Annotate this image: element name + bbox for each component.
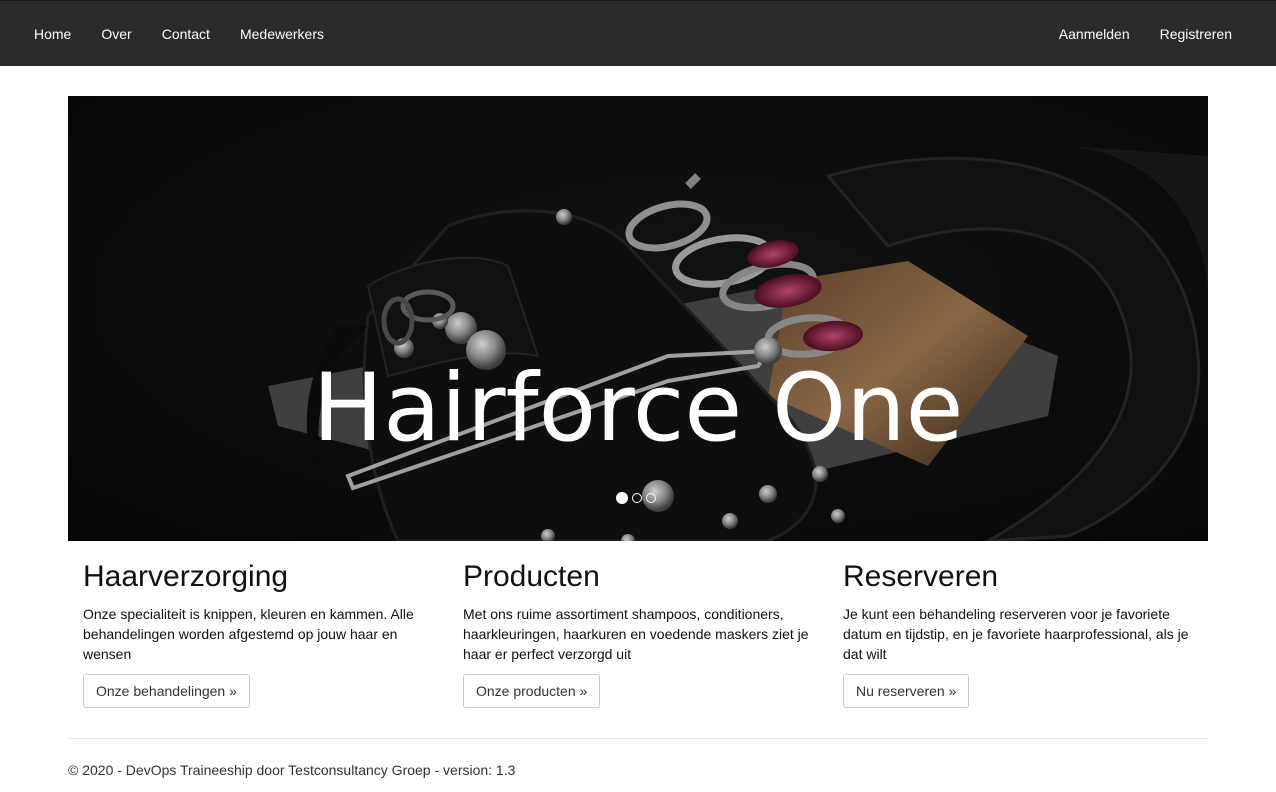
feature-heading: Haarverzorging <box>83 560 289 593</box>
carousel-indicator-3[interactable] <box>646 493 656 503</box>
nav-link-aanmelden[interactable]: Aanmelden <box>1044 1 1145 67</box>
nav-link-registreren[interactable]: Registreren <box>1145 1 1247 67</box>
footer-divider <box>68 738 1208 739</box>
feature-reserveren: Reserveren Je kunt een behandeling reser… <box>843 558 1193 708</box>
nav-link-contact[interactable]: Contact <box>147 1 225 67</box>
footer-text: © 2020 - DevOps Traineeship door Testcon… <box>68 762 516 778</box>
scissors-holster-photo <box>68 96 1208 541</box>
onze-producten-button[interactable]: Onze producten » <box>463 674 601 708</box>
feature-haarverzorging: Haarverzorging Onze specialiteit is knip… <box>83 558 433 708</box>
hero-title: Hairforce One <box>312 354 964 463</box>
nav-link-over[interactable]: Over <box>86 1 146 67</box>
nav-link-home[interactable]: Home <box>19 1 86 67</box>
hero-carousel[interactable]: Hairforce One <box>68 96 1208 541</box>
feature-producten: Producten Met ons ruime assortiment sham… <box>463 558 813 708</box>
nu-reserveren-button[interactable]: Nu reserveren » <box>843 674 970 708</box>
carousel-indicator-2[interactable] <box>632 493 642 503</box>
carousel-indicator-1[interactable] <box>616 492 628 504</box>
carousel-indicators <box>616 492 656 504</box>
onze-behandelingen-button[interactable]: Onze behandelingen » <box>83 674 250 708</box>
nav-link-medewerkers[interactable]: Medewerkers <box>225 1 339 67</box>
feature-text: Met ons ruime assortiment shampoos, cond… <box>463 606 809 662</box>
feature-heading: Producten <box>463 560 600 593</box>
feature-heading: Reserveren <box>843 560 999 593</box>
feature-text: Onze specialiteit is knippen, kleuren en… <box>83 606 414 662</box>
feature-text: Je kunt een behandeling reserveren voor … <box>843 606 1189 662</box>
nav-right-group: Aanmelden Registreren <box>1044 1 1247 67</box>
top-navbar: Home Over Contact Medewerkers Aanmelden … <box>0 0 1276 66</box>
nav-left-group: Home Over Contact Medewerkers <box>19 1 339 67</box>
